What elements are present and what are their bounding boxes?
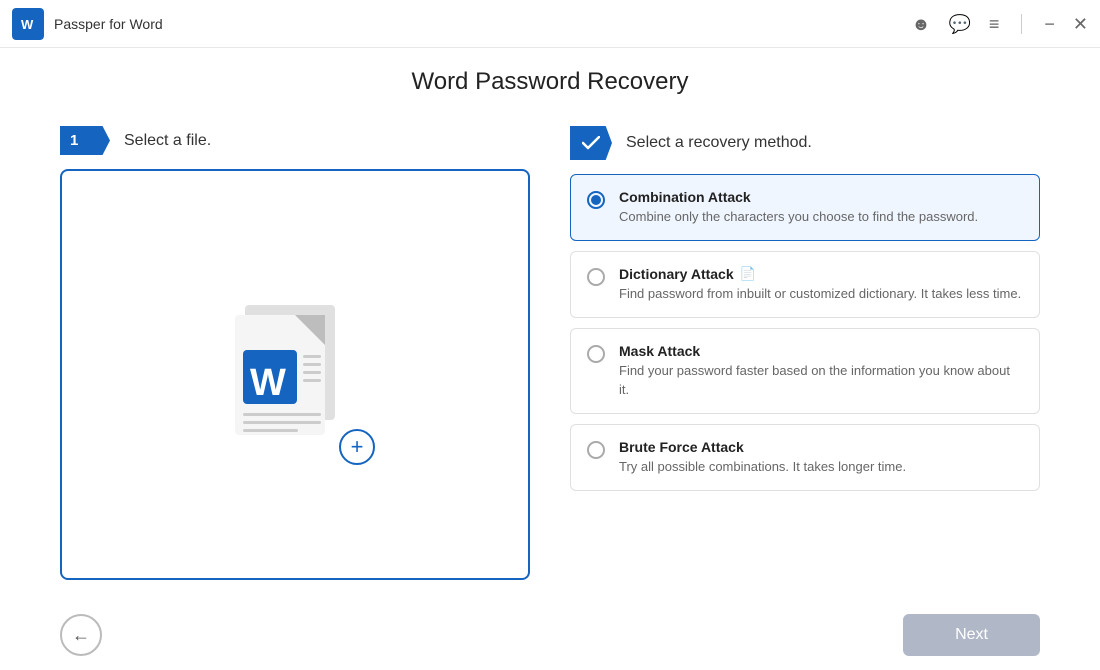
next-button[interactable]: Next bbox=[903, 614, 1040, 656]
account-icon[interactable]: ☻ bbox=[912, 15, 931, 33]
bottom-bar: ← Next bbox=[0, 600, 1100, 670]
dictionary-link-icon: 📄 bbox=[740, 266, 756, 282]
radio-dictionary[interactable] bbox=[587, 268, 605, 286]
app-logo: W bbox=[12, 8, 44, 40]
method-combination-text: Combination Attack Combine only the char… bbox=[619, 189, 1023, 226]
method-bruteforce-text: Brute Force Attack Try all possible comb… bbox=[619, 439, 1023, 476]
left-column: 1 Select a file. W bbox=[60, 126, 530, 580]
radio-combination-inner bbox=[591, 195, 601, 205]
step-two-header: Select a recovery method. bbox=[570, 126, 1040, 160]
step-one-header: 1 Select a file. bbox=[60, 126, 530, 155]
menu-icon[interactable]: ≡ bbox=[989, 15, 1000, 33]
method-dictionary-title: Dictionary Attack 📄 bbox=[619, 266, 1023, 282]
method-dictionary-desc: Find password from inbuilt or customized… bbox=[619, 285, 1023, 303]
method-mask[interactable]: Mask Attack Find your password faster ba… bbox=[570, 328, 1040, 413]
right-column: Select a recovery method. Combination At… bbox=[570, 126, 1040, 580]
method-bruteforce-desc: Try all possible combinations. It takes … bbox=[619, 458, 1023, 476]
step-one-badge: 1 bbox=[60, 126, 110, 155]
method-bruteforce[interactable]: Brute Force Attack Try all possible comb… bbox=[570, 424, 1040, 491]
svg-text:W: W bbox=[21, 17, 34, 32]
step-two-label: Select a recovery method. bbox=[626, 134, 812, 152]
method-mask-title: Mask Attack bbox=[619, 343, 1023, 359]
main-content: Word Password Recovery 1 Select a file. bbox=[0, 48, 1100, 600]
svg-text:W: W bbox=[250, 362, 286, 404]
method-dictionary[interactable]: Dictionary Attack 📄 Find password from i… bbox=[570, 251, 1040, 318]
method-dictionary-text: Dictionary Attack 📄 Find password from i… bbox=[619, 266, 1023, 303]
method-bruteforce-title: Brute Force Attack bbox=[619, 439, 1023, 455]
word-doc-icon: W + bbox=[225, 295, 365, 455]
document-svg: W bbox=[225, 295, 365, 455]
back-button[interactable]: ← bbox=[60, 614, 102, 656]
add-file-icon[interactable]: + bbox=[339, 429, 375, 465]
recovery-methods-list: Combination Attack Combine only the char… bbox=[570, 174, 1040, 491]
chat-icon[interactable]: 💬 bbox=[948, 15, 970, 33]
app-title: Passper for Word bbox=[54, 16, 912, 32]
method-combination-title: Combination Attack bbox=[619, 189, 1023, 205]
radio-combination[interactable] bbox=[587, 191, 605, 209]
separator bbox=[1021, 14, 1022, 34]
close-icon[interactable]: ✕ bbox=[1073, 15, 1088, 33]
title-bar-controls: ☻ 💬 ≡ − ✕ bbox=[912, 14, 1089, 34]
checkmark-icon bbox=[582, 136, 600, 150]
page-title: Word Password Recovery bbox=[60, 68, 1040, 96]
method-mask-desc: Find your password faster based on the i… bbox=[619, 362, 1023, 398]
file-drop-zone[interactable]: W + bbox=[60, 169, 530, 580]
method-mask-text: Mask Attack Find your password faster ba… bbox=[619, 343, 1023, 398]
two-column-layout: 1 Select a file. W bbox=[60, 126, 1040, 580]
step-two-badge bbox=[570, 126, 612, 160]
method-combination-desc: Combine only the characters you choose t… bbox=[619, 208, 1023, 226]
radio-mask[interactable] bbox=[587, 345, 605, 363]
step-one-label: Select a file. bbox=[124, 132, 211, 150]
method-combination[interactable]: Combination Attack Combine only the char… bbox=[570, 174, 1040, 241]
radio-bruteforce[interactable] bbox=[587, 441, 605, 459]
minimize-icon[interactable]: − bbox=[1044, 15, 1055, 33]
title-bar: W Passper for Word ☻ 💬 ≡ − ✕ bbox=[0, 0, 1100, 48]
